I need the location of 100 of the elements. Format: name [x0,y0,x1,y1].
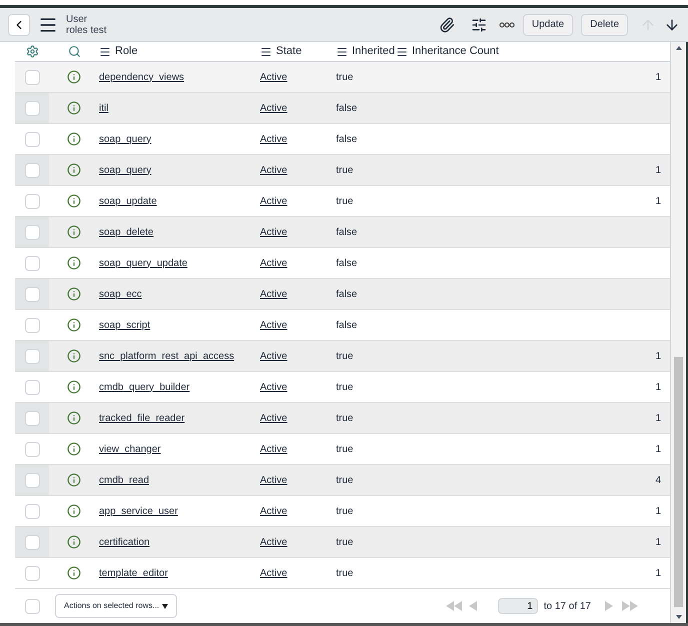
state-link[interactable]: Active [260,164,288,176]
row-checkbox[interactable] [24,70,40,84]
state-link[interactable]: Active [260,72,288,82]
actions-dropdown[interactable]: Actions on selected rows... [55,594,177,618]
role-link[interactable]: soap_script [99,320,150,330]
inherited-cell-text: false [336,132,358,146]
role-link[interactable]: soap_delete [99,226,154,238]
caret-icon [162,604,168,608]
row-checkbox[interactable] [24,256,40,270]
row-checkbox[interactable] [24,100,40,116]
column-header[interactable]: State [276,43,302,60]
inherited-cell-text: true [336,164,354,178]
row-checkbox[interactable] [24,504,40,518]
info-icon[interactable] [67,566,81,580]
state-link[interactable]: Active [260,258,288,268]
search-icon[interactable] [68,45,80,58]
info-icon[interactable] [67,194,81,208]
state-link[interactable]: Active [260,226,288,238]
page-field[interactable]: 1 [498,598,538,614]
state-link[interactable]: Active [260,568,288,578]
inherited-cell-text: false [336,288,358,302]
role-link[interactable]: app_service_user [99,506,178,516]
state-link[interactable]: Active [260,134,288,144]
row-checkbox[interactable] [24,224,40,240]
info-icon[interactable] [67,101,81,115]
state-link[interactable]: Active [260,474,288,486]
row-checkbox[interactable] [24,534,40,550]
info-icon[interactable] [67,442,81,456]
column-header[interactable]: Role [115,43,138,60]
delete-button[interactable]: Delete [581,14,628,36]
form-subtitle: roles test [66,24,107,36]
scroll-down-icon[interactable] [676,615,682,619]
column-header[interactable]: Inheritance Count [412,43,499,60]
row-checkbox[interactable] [24,410,40,426]
info-icon[interactable] [67,70,81,84]
settings-icon[interactable] [26,45,38,58]
state-link[interactable]: Active [260,412,288,424]
down-arrow-icon[interactable] [664,16,680,32]
back-button[interactable] [8,14,30,36]
role-link[interactable]: tracked_file_reader [99,412,185,424]
row-checkbox[interactable] [24,442,40,456]
role-link[interactable]: snc_platform_rest_api_access [99,350,234,362]
scrollbar-thumb[interactable] [674,357,683,607]
state-link[interactable]: Active [260,288,288,300]
info-icon[interactable] [67,225,81,239]
info-icon[interactable] [67,411,81,425]
role-link[interactable]: soap_ecc [99,288,142,300]
state-link[interactable]: Active [260,196,288,206]
role-link[interactable]: soap_query_update [99,258,188,268]
info-icon[interactable] [67,349,81,363]
row-checkbox[interactable] [24,380,40,394]
state-link[interactable]: Active [260,320,288,330]
state-link[interactable]: Active [260,350,288,362]
info-icon[interactable] [67,504,81,518]
more-icon[interactable] [498,22,515,28]
count-cell-text: 1 [655,70,661,84]
info-icon[interactable] [67,535,81,549]
sliders-icon[interactable] [470,16,487,32]
column-menu-icon[interactable] [396,46,408,58]
column-menu-icon[interactable] [99,46,111,58]
row-checkbox[interactable] [24,286,40,302]
info-icon[interactable] [67,256,81,270]
row-checkbox[interactable] [24,132,40,146]
scrollbar[interactable] [671,42,686,623]
info-icon[interactable] [67,380,81,394]
role-link[interactable]: itil [99,102,108,114]
role-link[interactable]: certification [99,536,150,548]
info-icon[interactable] [67,132,81,146]
state-link[interactable]: Active [260,506,288,516]
info-icon[interactable] [67,473,81,487]
role-link[interactable]: soap_update [99,196,157,206]
inherited-cell-text: true [336,350,354,364]
row-checkbox[interactable] [24,162,40,178]
scroll-up-icon[interactable] [676,46,682,50]
column-header[interactable]: Inherited [352,43,395,60]
role-link[interactable]: template_editor [99,568,168,578]
role-link[interactable]: cmdb_query_builder [99,382,190,392]
role-link[interactable]: cmdb_read [99,474,150,486]
state-link[interactable]: Active [260,444,288,454]
state-link[interactable]: Active [260,536,288,548]
row-checkbox[interactable] [24,348,40,364]
role-link[interactable]: soap_query [99,134,152,144]
state-link[interactable]: Active [260,102,288,114]
info-icon[interactable] [67,318,81,332]
row-checkbox[interactable] [24,194,40,208]
role-link[interactable]: soap_query [99,164,152,176]
inherited-cell-text: true [336,442,354,456]
role-link[interactable]: dependency_views [99,72,184,82]
update-button[interactable]: Update [522,14,574,36]
role-link[interactable]: view_changer [99,444,161,454]
select-all-checkbox[interactable] [24,598,40,614]
paperclip-icon[interactable] [438,16,455,32]
column-menu-icon[interactable] [336,46,348,58]
state-link[interactable]: Active [260,382,288,392]
row-checkbox[interactable] [24,472,40,488]
info-icon[interactable] [67,287,81,301]
row-checkbox[interactable] [24,318,40,332]
column-menu-icon[interactable] [260,46,272,58]
info-icon[interactable] [67,163,81,177]
row-checkbox[interactable] [24,566,40,580]
